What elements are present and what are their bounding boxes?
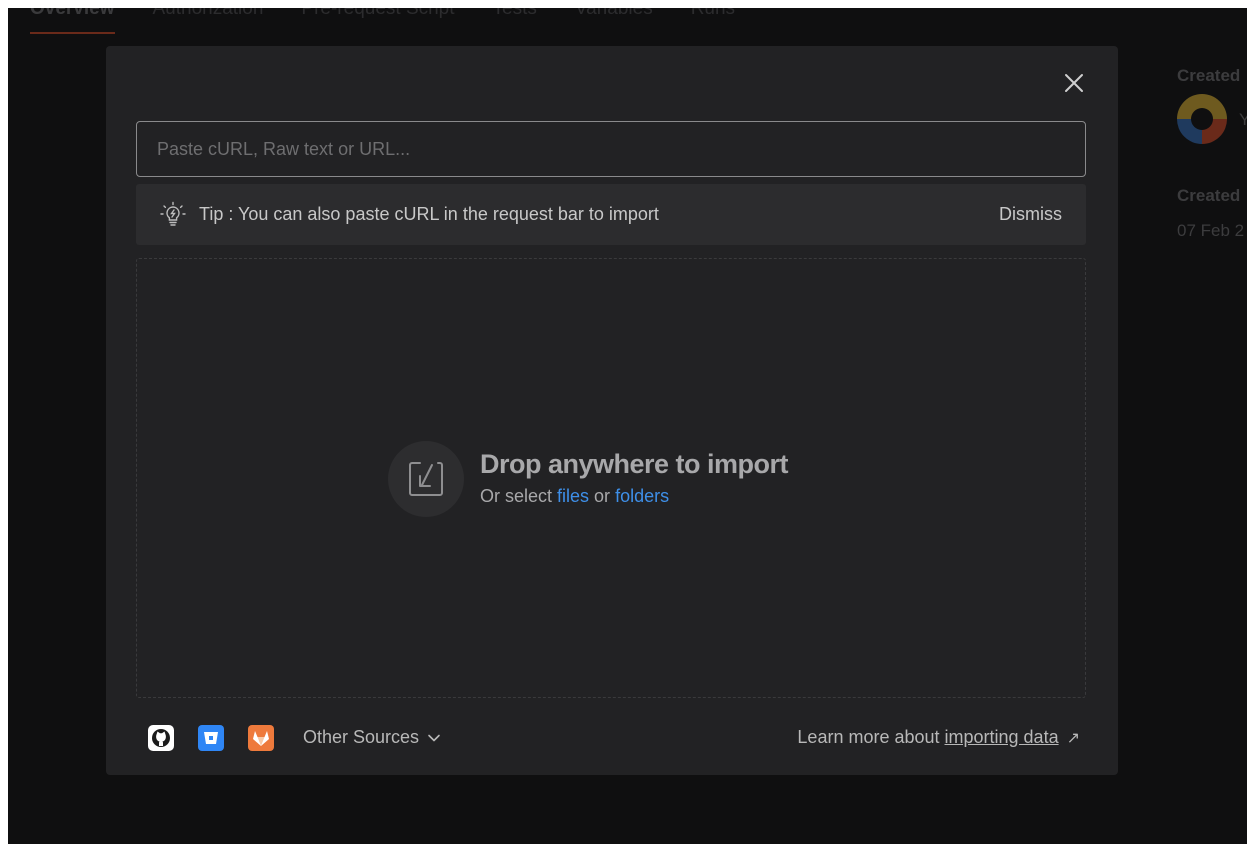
select-files-link[interactable]: files [557,486,589,506]
tab-variables[interactable]: Variables [575,8,653,20]
other-sources-dropdown[interactable]: Other Sources [303,727,441,748]
select-folders-link[interactable]: folders [615,486,669,506]
background-tabs: Overview Authorization Pre-request Scrip… [30,8,735,34]
github-icon [152,729,170,747]
created-on-value: 07 Feb 2 [1177,221,1245,240]
other-sources-label: Other Sources [303,727,420,747]
avatar-name: Y [1239,110,1247,129]
gitlab-source-button[interactable] [248,725,274,751]
import-icon [409,462,443,496]
github-source-button[interactable] [148,725,174,751]
drop-subtitle: Or select files or folders [480,486,669,507]
app-background: Overview Authorization Pre-request Scrip… [8,8,1247,844]
dismiss-button[interactable]: Dismiss [999,204,1062,225]
tip-banner: Tip : You can also paste cURL in the req… [136,184,1086,245]
lightbulb-icon [160,201,186,226]
drop-prefix: Or select [480,486,558,506]
tab-authorization[interactable]: Authorization [153,8,264,20]
importing-data-link[interactable]: importing data [945,727,1059,747]
bitbucket-source-button[interactable] [198,725,224,751]
import-modal: Tip : You can also paste cURL in the req… [106,46,1118,775]
drop-middle: or [589,486,616,506]
close-icon [1065,74,1083,92]
modal-footer: Other Sources Learn more about importing… [136,721,1086,757]
drop-title: Drop anywhere to import [480,449,789,479]
avatar [1177,94,1227,144]
tab-runs[interactable]: Runs [691,8,735,20]
drop-icon-circle [388,441,464,517]
bitbucket-icon [204,732,218,744]
drop-zone[interactable]: Drop anywhere to import Or select files … [136,258,1086,698]
created-on-label: Created [1177,186,1241,205]
close-button[interactable] [1062,71,1086,95]
learn-more: Learn more about importing data ↗ [797,727,1080,748]
chevron-down-icon [428,734,440,742]
tab-tests[interactable]: Tests [493,8,537,20]
external-link-icon: ↗ [1066,730,1080,747]
learn-more-prefix: Learn more about [797,727,945,747]
tip-text: Tip : You can also paste cURL in the req… [199,204,659,224]
tab-overview[interactable]: Overview [30,8,115,34]
created-by-label: Created [1177,66,1241,85]
gitlab-icon [253,731,269,746]
tab-pre-request-script[interactable]: Pre-request Script [301,8,454,20]
import-input[interactable] [136,121,1086,177]
